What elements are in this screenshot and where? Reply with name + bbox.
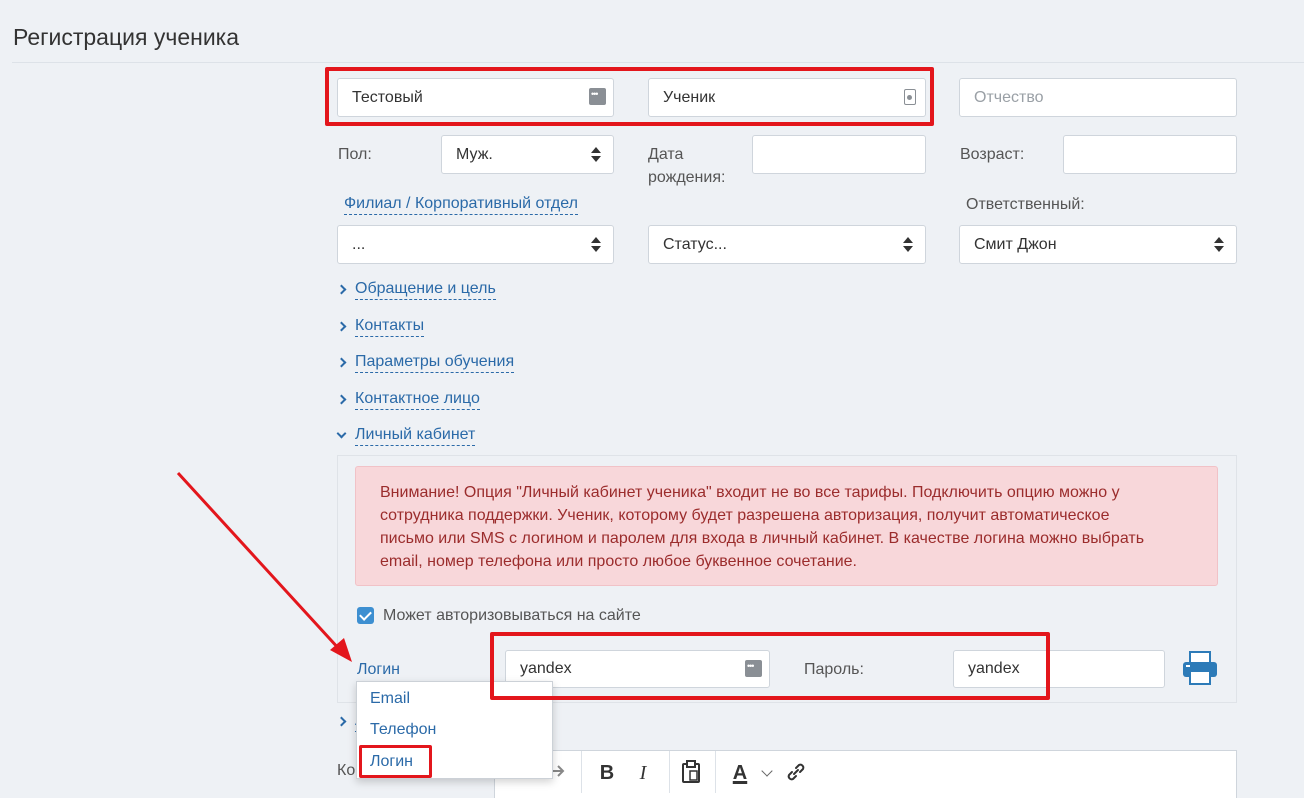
- annotation-arrow: [176, 471, 352, 662]
